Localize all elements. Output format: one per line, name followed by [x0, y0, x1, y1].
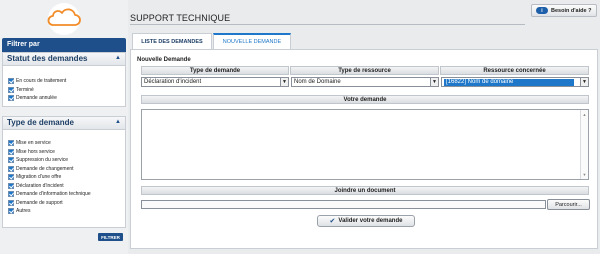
column-header-request-type: Type de demande: [141, 66, 289, 75]
dropdown-arrow-icon[interactable]: ▼: [430, 78, 438, 86]
submit-request-button[interactable]: ✔ Valider votre demande: [317, 215, 415, 227]
new-request-form: Nouvelle Demande Type de demande Type de…: [130, 49, 598, 249]
checkbox[interactable]: [8, 78, 14, 85]
type-option[interactable]: Demande d'information technique: [8, 190, 120, 199]
form-section-title: Nouvelle Demande: [137, 57, 191, 63]
request-type-select[interactable]: Déclaration d'incident ▼: [141, 77, 289, 87]
type-option[interactable]: Mise en service: [8, 139, 120, 148]
type-option-label: Migration d'une offre: [16, 174, 62, 181]
collapse-caret-icon[interactable]: ▲: [115, 55, 121, 61]
checkbox[interactable]: [8, 95, 14, 102]
status-option[interactable]: Terminé: [8, 86, 120, 95]
type-option-label: Mise hors service: [16, 148, 55, 155]
status-panel-title-text: Statut des demandes: [7, 54, 88, 63]
collapse-caret-icon[interactable]: ▲: [115, 119, 121, 125]
resource-type-value: Nom de Domaine: [294, 79, 341, 85]
type-option-label: Demande de changement: [16, 165, 74, 172]
checkmark-icon: ✔: [329, 218, 336, 225]
cloud-logo-icon: [47, 2, 81, 35]
status-option[interactable]: En cours de traitement: [8, 77, 120, 86]
type-option-label: Autres: [16, 208, 31, 215]
request-type-value: Déclaration d'incident: [144, 79, 202, 85]
scroll-up-icon[interactable]: ▲: [583, 112, 587, 117]
checkbox[interactable]: [8, 140, 14, 147]
type-option[interactable]: Migration d'une offre: [8, 173, 120, 182]
checkbox[interactable]: [8, 148, 14, 155]
checkbox[interactable]: [8, 157, 14, 164]
type-option[interactable]: Demande de changement: [8, 165, 120, 174]
request-text-header: Votre demande: [141, 95, 589, 104]
request-textarea[interactable]: ▲ ▼: [141, 109, 589, 180]
type-filter-panel: Type de demande ▲ Mise en service Mise h…: [2, 116, 126, 228]
browse-button[interactable]: Parcourir...: [547, 199, 590, 210]
tab-request-list[interactable]: LISTE DES DEMANDES: [132, 33, 212, 49]
checkbox[interactable]: [8, 199, 14, 206]
status-option-label: Demande annulée: [16, 95, 57, 102]
submit-button-label: Valider votre demande: [338, 218, 403, 224]
filter-button[interactable]: FILTRER: [98, 233, 123, 241]
tab-new-request[interactable]: NOUVELLE DEMANDE: [213, 33, 291, 49]
checkbox[interactable]: [8, 165, 14, 172]
info-icon: i: [536, 7, 548, 14]
title-divider: [130, 24, 525, 25]
type-option-label: Suppression du service: [16, 157, 68, 164]
type-option-label: Demande d'information technique: [16, 191, 91, 198]
status-option[interactable]: Demande annulée: [8, 94, 120, 103]
type-option[interactable]: Demande de support: [8, 199, 120, 208]
type-panel-title[interactable]: Type de demande ▲: [3, 117, 125, 130]
status-panel-title[interactable]: Statut des demandes ▲: [3, 53, 125, 66]
logo: [0, 0, 128, 37]
type-option[interactable]: Suppression du service: [8, 156, 120, 165]
dropdown-arrow-icon[interactable]: ▼: [580, 78, 588, 86]
status-option-label: En cours de traitement: [16, 78, 67, 85]
status-filter-panel: Statut des demandes ▲ En cours de traite…: [2, 52, 126, 107]
column-header-resource: Ressource concernée: [440, 66, 589, 75]
type-option-label: Mise en service: [16, 140, 51, 147]
resource-value: [16822] Nom de domaine: [444, 78, 574, 86]
type-checkbox-list: Mise en service Mise hors service Suppre…: [3, 130, 125, 220]
checkbox[interactable]: [8, 208, 14, 215]
checkbox[interactable]: [8, 182, 14, 189]
column-header-resource-type: Type de ressource: [290, 66, 439, 75]
type-option[interactable]: Autres: [8, 207, 120, 216]
type-option[interactable]: Mise hors service: [8, 148, 120, 157]
help-button[interactable]: i Besoin d'aide ?: [531, 4, 597, 17]
checkbox[interactable]: [8, 86, 14, 93]
help-button-label: Besoin d'aide ?: [551, 7, 592, 14]
status-checkbox-list: En cours de traitement Terminé Demande a…: [3, 66, 125, 107]
type-option-label: Déclaration d'incident: [16, 182, 64, 189]
resource-select[interactable]: [16822] Nom de domaine ▼: [441, 77, 589, 87]
page-title: SUPPORT TECHNIQUE: [130, 13, 231, 23]
textarea-scrollbar[interactable]: ▲ ▼: [580, 110, 588, 179]
status-option-label: Terminé: [16, 86, 34, 93]
scroll-down-icon[interactable]: ▼: [583, 172, 587, 177]
type-option[interactable]: Déclaration d'incident: [8, 182, 120, 191]
type-panel-title-text: Type de demande: [7, 118, 74, 127]
sidebar: Filtrer par Statut des demandes ▲ En cou…: [0, 0, 128, 254]
checkbox[interactable]: [8, 191, 14, 198]
resource-type-select[interactable]: Nom de Domaine ▼: [291, 77, 439, 87]
type-option-label: Demande de support: [16, 199, 63, 206]
attachment-header: Joindre un document: [141, 186, 589, 195]
filter-header: Filtrer par: [2, 38, 126, 52]
app-root: Filtrer par Statut des demandes ▲ En cou…: [0, 0, 600, 254]
checkbox[interactable]: [8, 174, 14, 181]
dropdown-arrow-icon[interactable]: ▼: [280, 78, 288, 86]
file-path-input[interactable]: [141, 200, 546, 209]
